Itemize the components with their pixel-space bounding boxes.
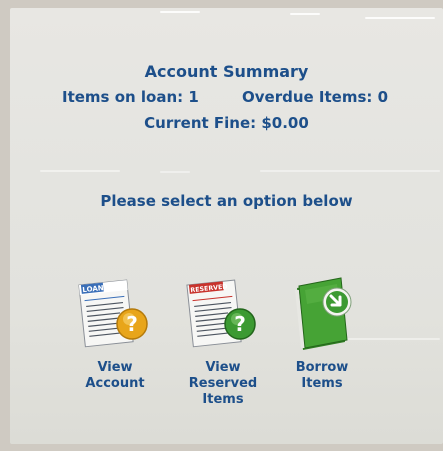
svg-text:?: ?	[126, 312, 138, 336]
items-on-loan: Items on loan: 1	[62, 88, 199, 106]
svg-text:?: ?	[234, 312, 246, 336]
view-account-label: View Account	[85, 360, 145, 391]
screen-glare	[40, 170, 120, 172]
screen-glare	[260, 170, 440, 172]
screen-glare	[290, 13, 320, 15]
green-book-arrow-icon	[295, 277, 352, 350]
screen-glare	[160, 11, 200, 13]
borrow-items-button[interactable]: Borrow Items	[275, 268, 369, 392]
select-option-prompt: Please select an option below	[100, 192, 353, 210]
screen-glare	[365, 17, 435, 19]
kiosk-screen: Account Summary Items on loan: 1 Overdue…	[10, 8, 443, 444]
overdue-items: Overdue Items: 0	[242, 88, 389, 106]
borrow-items-label: Borrow Items	[295, 360, 349, 391]
screen-glare	[160, 171, 190, 173]
view-reserved-items-button[interactable]: RESERVED ? View Reserved Items	[176, 268, 270, 408]
view-account-button[interactable]: LOANS ? View Account	[68, 268, 162, 392]
view-reserved-items-label: View Reserved Items	[188, 360, 258, 407]
account-summary-title: Account Summary	[144, 62, 309, 81]
loans-document-help-icon: LOANS ?	[78, 279, 148, 348]
reserved-document-help-icon: RESERVED ?	[186, 279, 256, 348]
current-fine: Current Fine: $0.00	[144, 114, 309, 132]
